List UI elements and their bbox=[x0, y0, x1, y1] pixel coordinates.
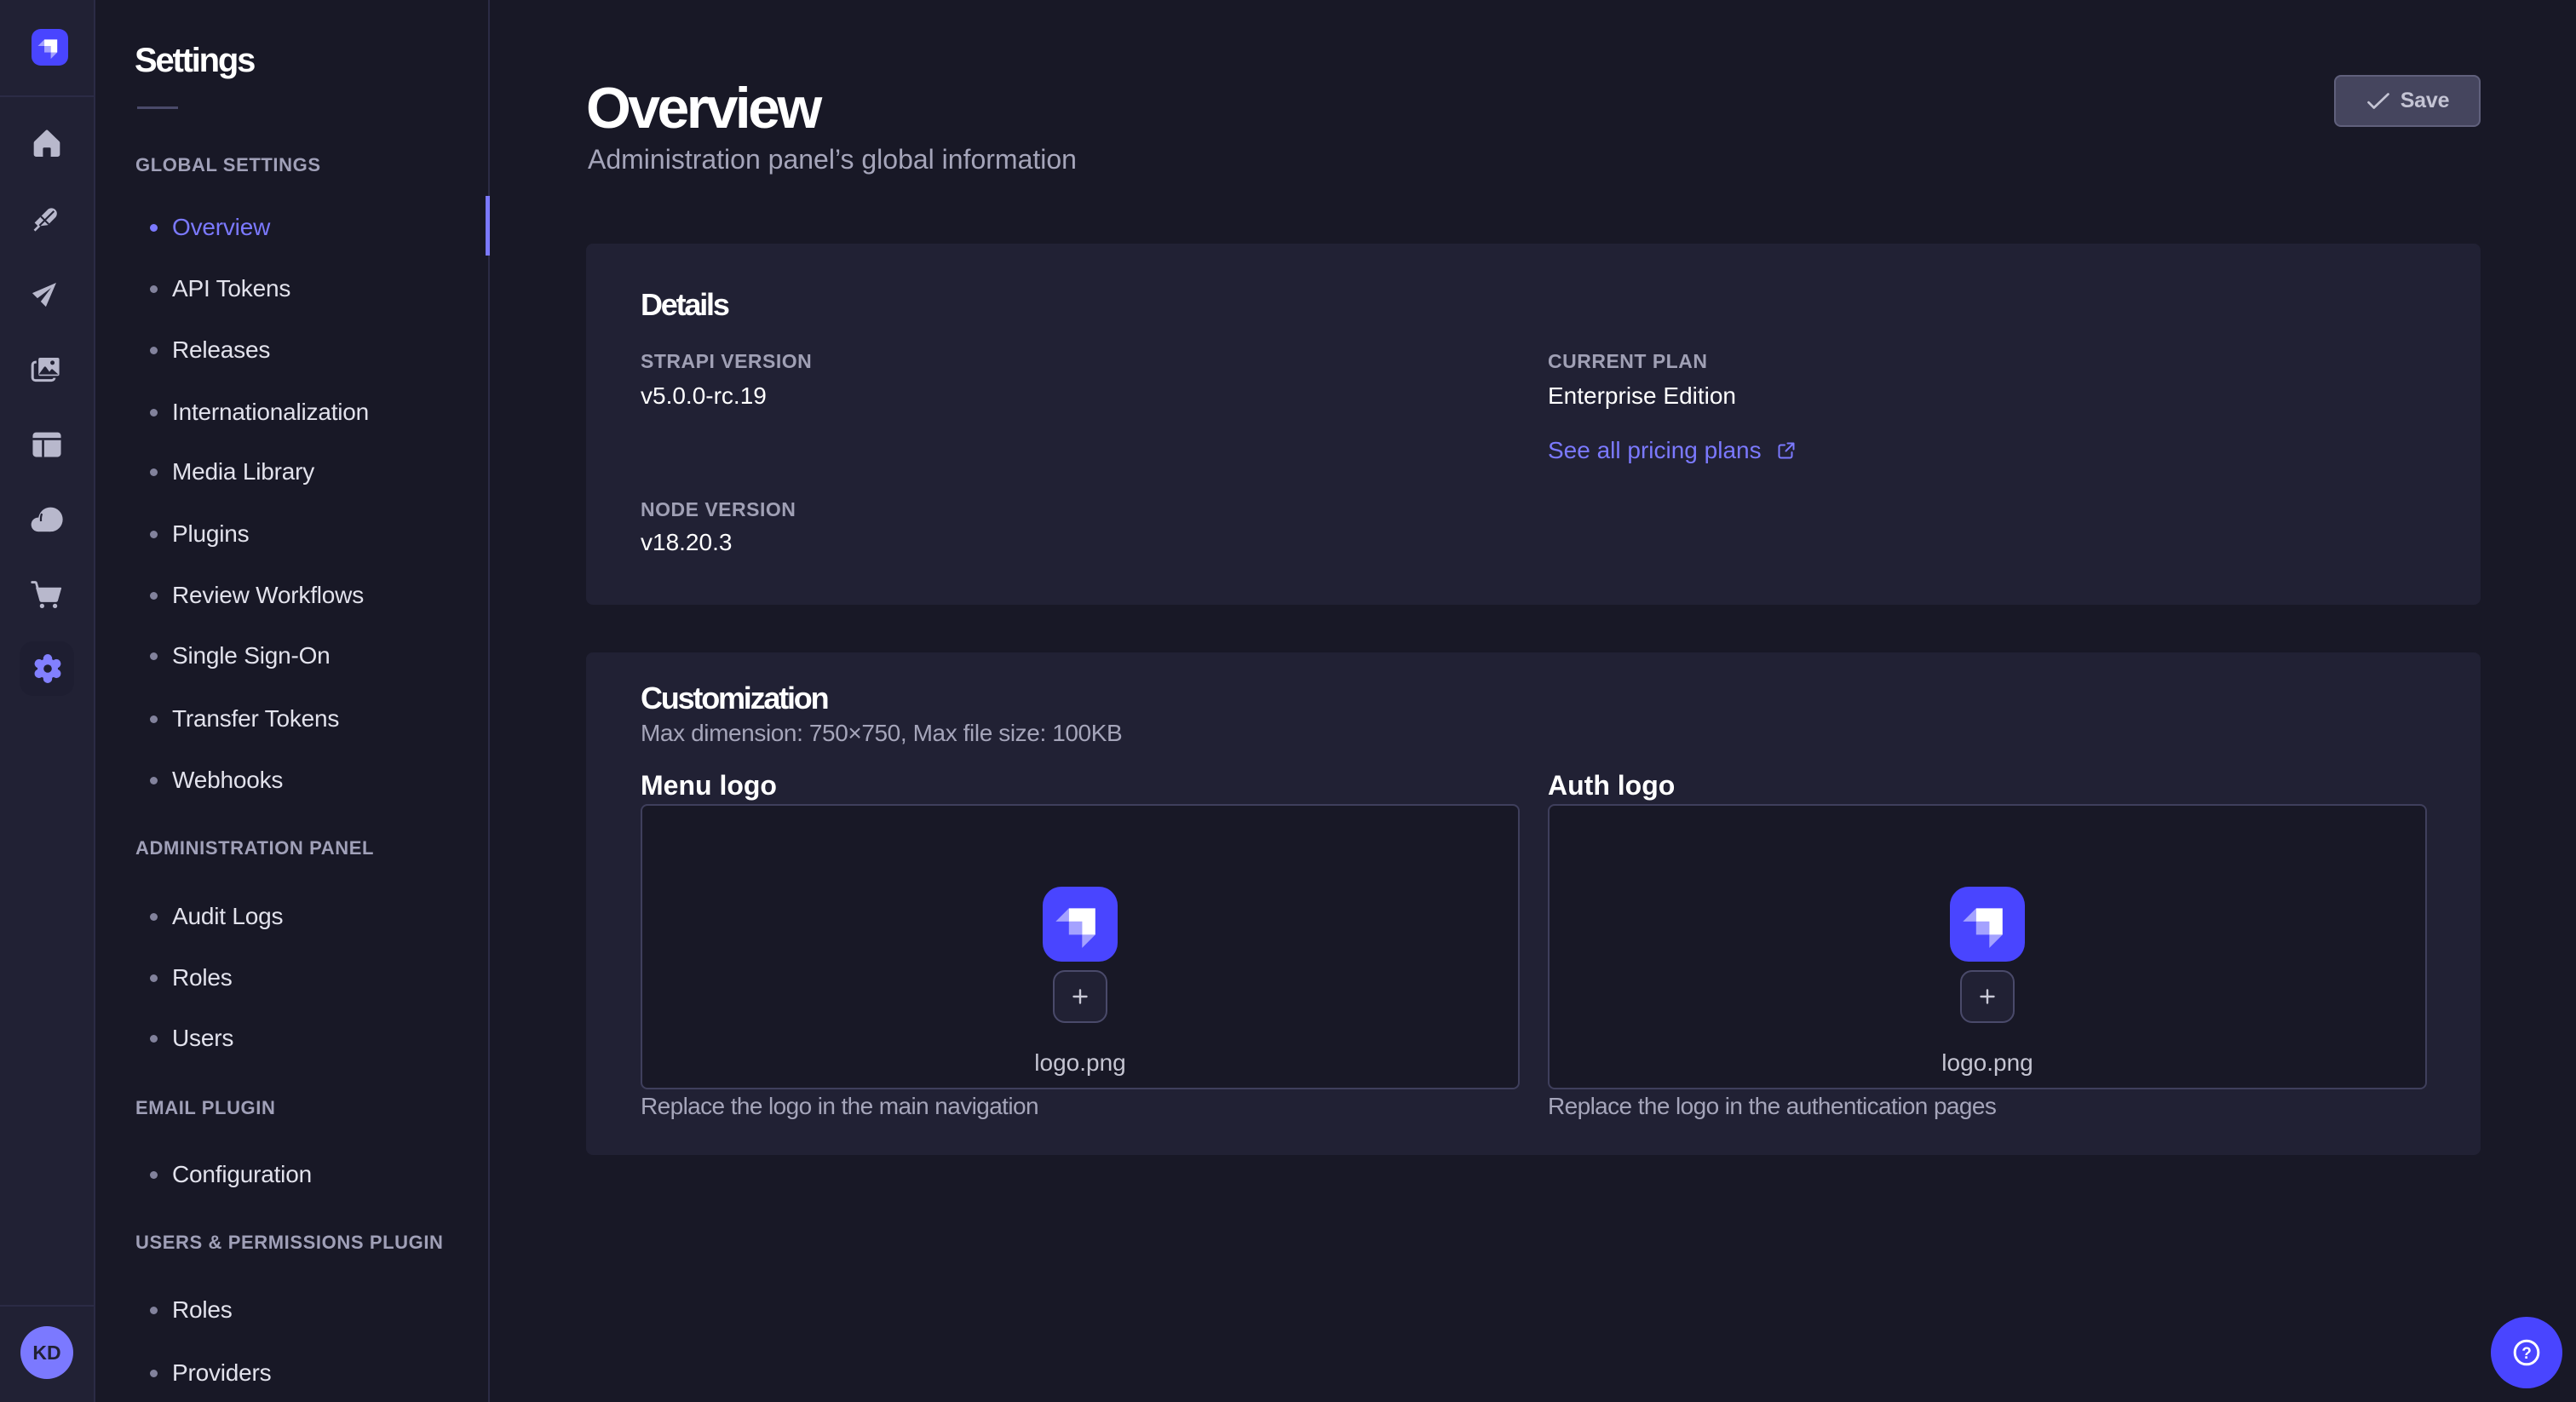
svg-text:?: ? bbox=[2521, 1345, 2532, 1363]
